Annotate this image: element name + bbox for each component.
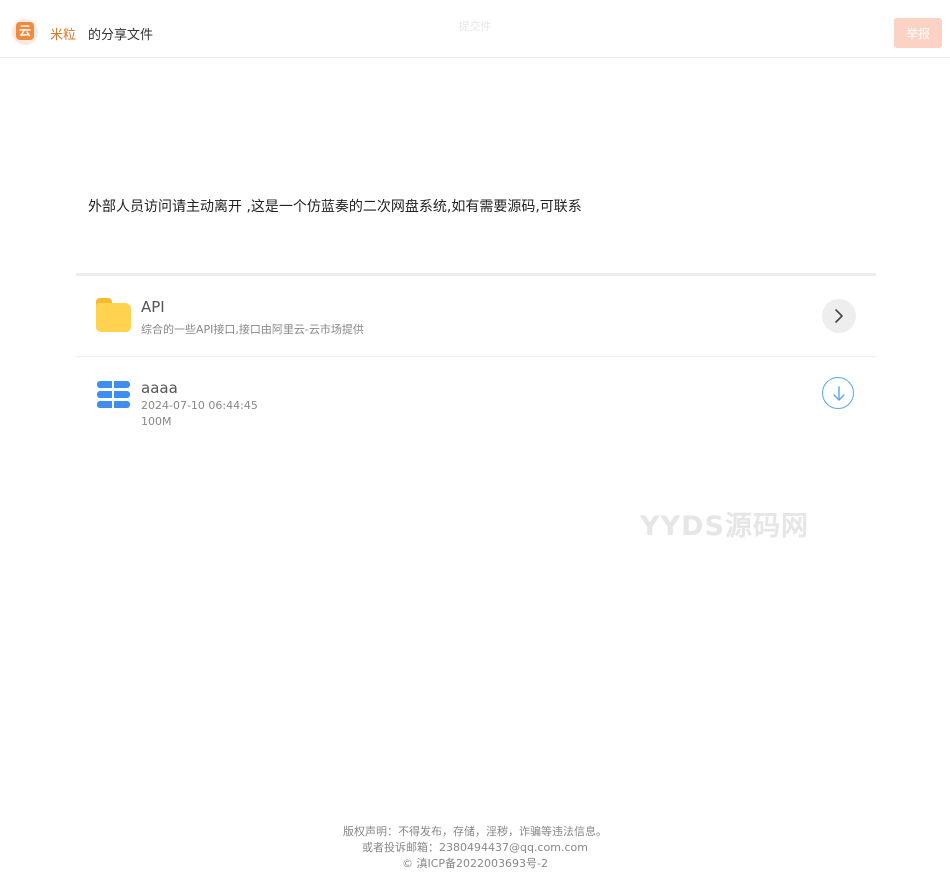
item-size: 100M (141, 415, 172, 428)
chevron-right-icon (835, 309, 843, 323)
download-button[interactable] (822, 377, 854, 409)
list-item-file-aaaa[interactable]: aaaa 2024-07-10 06:44:45 100M (76, 357, 876, 443)
file-icon (97, 381, 130, 409)
item-description: 综合的一些API接口,接口由阿里云-云市场提供 (141, 323, 364, 336)
report-button[interactable]: 举报 (894, 18, 942, 48)
header-center-text: 提交件 (458, 20, 492, 33)
footer-complaint-email: 或者投诉邮箱：2380494437@qq.com.com (362, 841, 588, 854)
watermark: YYDS源码网 (640, 511, 809, 542)
footer-icp[interactable]: © 滇ICP备2022003693号-2 (0, 856, 950, 872)
item-date: 2024-07-10 06:44:45 (141, 399, 258, 412)
share-notice: 外部人员访问请主动离开 ,这是一个仿蓝奏的二次网盘系统,如有需要源码,可联系 (88, 199, 582, 215)
download-icon (833, 386, 845, 401)
open-folder-button[interactable] (822, 299, 856, 333)
header: 云 米粒 的分享文件 提交件 举报 (0, 0, 950, 58)
file-list: API 综合的一些API接口,接口由阿里云-云市场提供 aaaa 2024-07… (76, 273, 876, 443)
folder-icon (96, 298, 131, 332)
item-name[interactable]: aaaa (141, 379, 178, 397)
footer: 版权声明：不得发布，存储，淫秽，诈骗等违法信息。 或者投诉邮箱：23804944… (0, 824, 950, 872)
footer-copyright: 版权声明：不得发布，存储，淫秽，诈骗等违法信息。 (343, 825, 607, 838)
list-item-folder-api[interactable]: API 综合的一些API接口,接口由阿里云-云市场提供 (76, 276, 876, 357)
item-name[interactable]: API (141, 298, 165, 316)
